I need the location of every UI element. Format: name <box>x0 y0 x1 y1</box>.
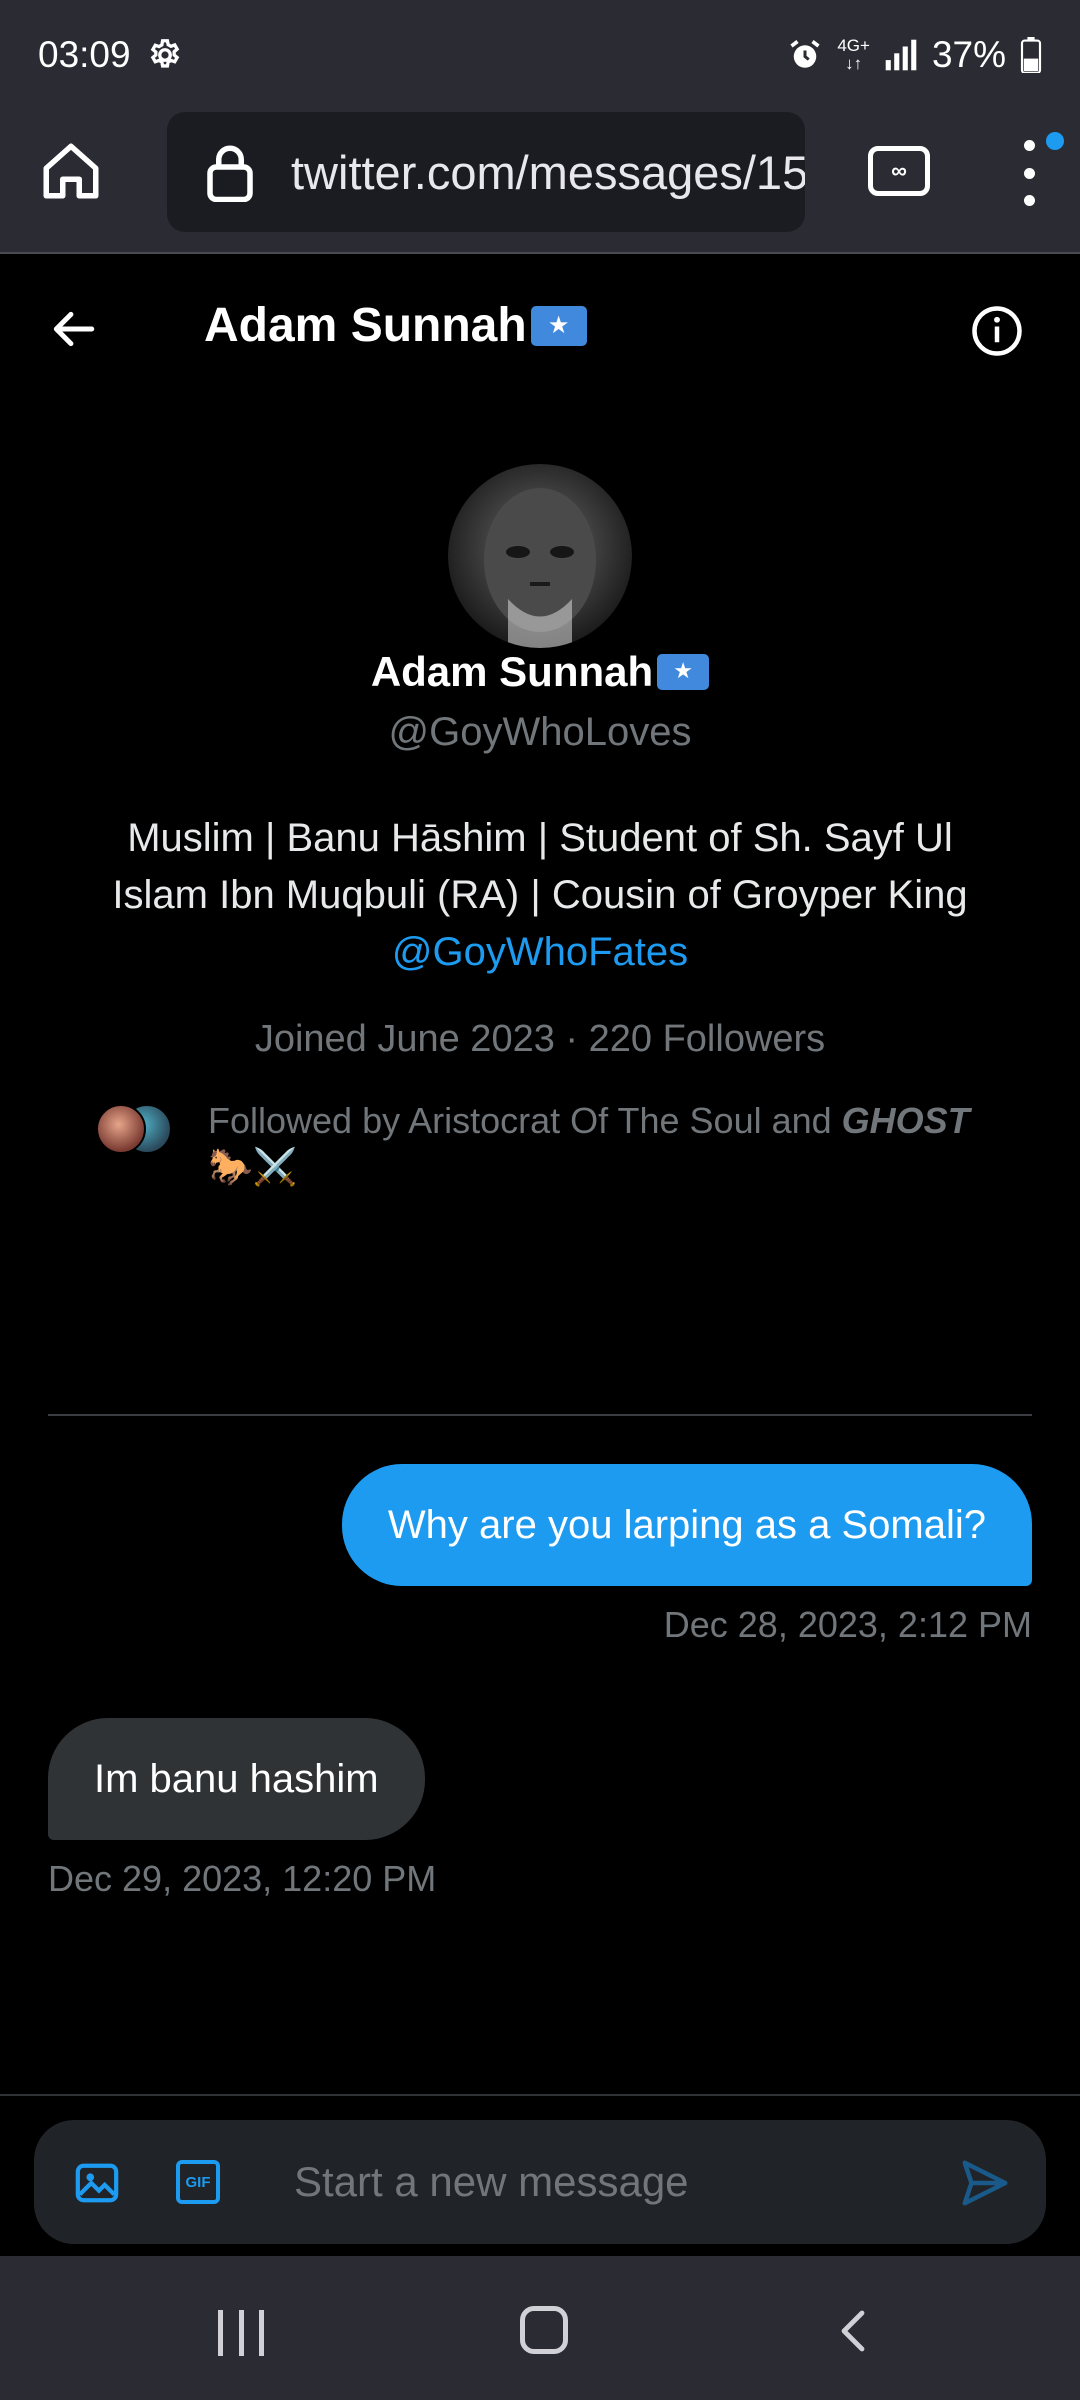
followed-by-bold-name: GHOST <box>841 1100 970 1141</box>
message-composer: GIF <box>34 2120 1046 2244</box>
profile-avatar[interactable] <box>448 464 632 648</box>
profile-bio: Muslim | Banu Hāshim | Student of Sh. Sa… <box>80 810 1000 981</box>
followed-by-text: Followed by Aristocrat Of The Soul and G… <box>208 1100 970 1187</box>
composer-area: GIF <box>0 2094 1080 2254</box>
somalia-flag-icon <box>530 305 587 346</box>
home-button-icon[interactable] <box>520 2306 568 2354</box>
conversation-title[interactable]: Adam Sunnah <box>204 298 587 353</box>
alarm-icon <box>790 40 820 68</box>
battery-percent: 37% <box>931 34 1006 75</box>
message-text: Im banu hashim <box>94 1756 379 1801</box>
image-icon[interactable] <box>74 2160 120 2206</box>
url-text: twitter.com/messages/15 <box>291 145 805 199</box>
bio-text: Muslim | Banu Hāshim | Student of Sh. Sa… <box>112 816 968 917</box>
bio-mention-link[interactable]: @GoyWhoFates <box>392 930 688 974</box>
gif-icon[interactable]: GIF <box>176 2160 220 2204</box>
recent-apps-icon[interactable] <box>218 2310 264 2356</box>
divider <box>48 1414 1032 1416</box>
conversation-title-text: Adam Sunnah <box>204 299 527 352</box>
info-icon[interactable] <box>970 304 1024 358</box>
followers-count[interactable]: 220 Followers <box>589 1018 826 1060</box>
settings-gear-icon <box>150 39 179 68</box>
somalia-flag-icon <box>657 654 710 690</box>
status-bar: 03:09 4G+ ↓↑ 37% <box>0 0 1080 110</box>
joined-date: Joined June 2023 <box>254 1018 555 1060</box>
tabs-icon[interactable]: ∞ <box>868 146 930 196</box>
address-bar[interactable]: twitter.com/messages/15 <box>167 112 805 232</box>
status-time: 03:09 <box>38 34 131 75</box>
update-badge <box>1046 132 1064 150</box>
system-nav-bar <box>0 2256 1080 2400</box>
profile-meta: Joined June 2023 · 220 Followers <box>0 1018 1080 1061</box>
network-4g-icon: 4G+ ↓↑ <box>837 36 870 73</box>
meta-separator: · <box>565 1018 579 1060</box>
send-icon[interactable] <box>958 2156 1012 2210</box>
signal-icon <box>885 39 917 71</box>
avatar-portrait <box>484 488 596 648</box>
home-icon[interactable] <box>38 138 104 204</box>
more-vert-icon[interactable] <box>1012 140 1046 206</box>
followed-by-emoji: 🐎⚔️ <box>208 1146 298 1187</box>
avatar <box>96 1104 146 1154</box>
message-text: Why are you larping as a Somali? <box>387 1502 986 1547</box>
browser-toolbar: twitter.com/messages/15 ∞ <box>0 110 1080 254</box>
lock-icon <box>207 145 253 202</box>
battery-icon <box>1020 37 1042 73</box>
message-timestamp: Dec 29, 2023, 12:20 PM <box>48 1858 437 1899</box>
conversation-header: Adam Sunnah <box>0 256 1080 402</box>
profile-name[interactable]: Adam Sunnah <box>0 648 1080 696</box>
message-timestamp: Dec 28, 2023, 2:12 PM <box>663 1604 1032 1645</box>
profile-name-text: Adam Sunnah <box>370 648 654 695</box>
followed-by[interactable]: Followed by Aristocrat Of The Soul and G… <box>96 1098 996 1198</box>
profile-handle: @GoyWhoLoves <box>388 710 692 754</box>
follower-avatars <box>96 1104 176 1158</box>
message-input[interactable] <box>294 2150 934 2214</box>
message-bubble-incoming[interactable]: Im banu hashim <box>48 1718 425 1840</box>
back-arrow-icon[interactable] <box>48 304 98 354</box>
back-icon[interactable] <box>830 2306 878 2356</box>
message-bubble-outgoing[interactable]: Why are you larping as a Somali? <box>341 1464 1032 1586</box>
